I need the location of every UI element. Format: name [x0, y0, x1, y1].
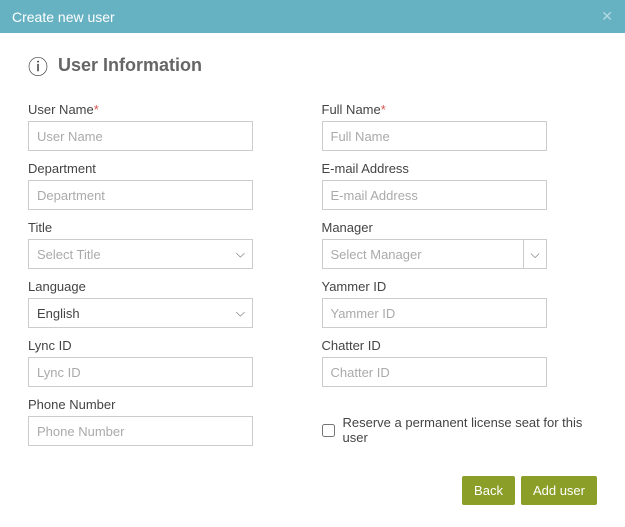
username-field-group: User Name* [28, 102, 304, 151]
reserve-seat-checkbox[interactable] [322, 424, 335, 437]
modal-header: Create new user ✕ [0, 0, 625, 33]
yammer-label: Yammer ID [322, 279, 598, 294]
chatter-input[interactable] [322, 357, 547, 387]
phone-field-group: Phone Number [28, 397, 304, 446]
department-label: Department [28, 161, 304, 176]
department-field-group: Department [28, 161, 304, 210]
username-input[interactable] [28, 121, 253, 151]
modal-body: ⓘ User Information User Name* Full Name*… [0, 33, 625, 527]
email-input[interactable] [322, 180, 547, 210]
lync-input[interactable] [28, 357, 253, 387]
email-field-group: E-mail Address [322, 161, 598, 210]
create-user-modal: Create new user ✕ ⓘ User Information Use… [0, 0, 625, 527]
add-user-button[interactable]: Add user [521, 476, 597, 505]
language-label: Language [28, 279, 304, 294]
reserve-seat-label: Reserve a permanent license seat for thi… [343, 415, 598, 445]
info-icon: ⓘ [28, 51, 48, 80]
modal-footer: Back Add user [28, 476, 597, 505]
reserve-seat-row: Reserve a permanent license seat for thi… [322, 415, 598, 445]
fullname-label: Full Name* [322, 102, 598, 117]
fullname-field-group: Full Name* [322, 102, 598, 151]
back-button[interactable]: Back [462, 476, 515, 505]
title-label: Title [28, 220, 304, 235]
user-form: User Name* Full Name* Department E-mail … [28, 102, 597, 446]
manager-select[interactable] [322, 239, 547, 269]
username-label: User Name* [28, 102, 304, 117]
fullname-input[interactable] [322, 121, 547, 151]
department-input[interactable] [28, 180, 253, 210]
lync-label: Lync ID [28, 338, 304, 353]
chatter-field-group: Chatter ID [322, 338, 598, 387]
phone-input[interactable] [28, 416, 253, 446]
modal-title: Create new user [12, 9, 115, 25]
yammer-field-group: Yammer ID [322, 279, 598, 328]
title-field-group: Title ⌵ [28, 220, 304, 269]
phone-label: Phone Number [28, 397, 304, 412]
email-label: E-mail Address [322, 161, 598, 176]
yammer-input[interactable] [322, 298, 547, 328]
chevron-down-icon: ⌵ [523, 239, 547, 269]
manager-label: Manager [322, 220, 598, 235]
lync-field-group: Lync ID [28, 338, 304, 387]
language-select[interactable]: English [28, 298, 253, 328]
title-select[interactable] [28, 239, 253, 269]
manager-field-group: Manager ⌵ [322, 220, 598, 269]
chatter-label: Chatter ID [322, 338, 598, 353]
section-heading: ⓘ User Information [28, 51, 597, 80]
section-title-text: User Information [58, 55, 202, 76]
close-icon[interactable]: ✕ [601, 8, 613, 25]
language-field-group: Language English ⌵ [28, 279, 304, 328]
